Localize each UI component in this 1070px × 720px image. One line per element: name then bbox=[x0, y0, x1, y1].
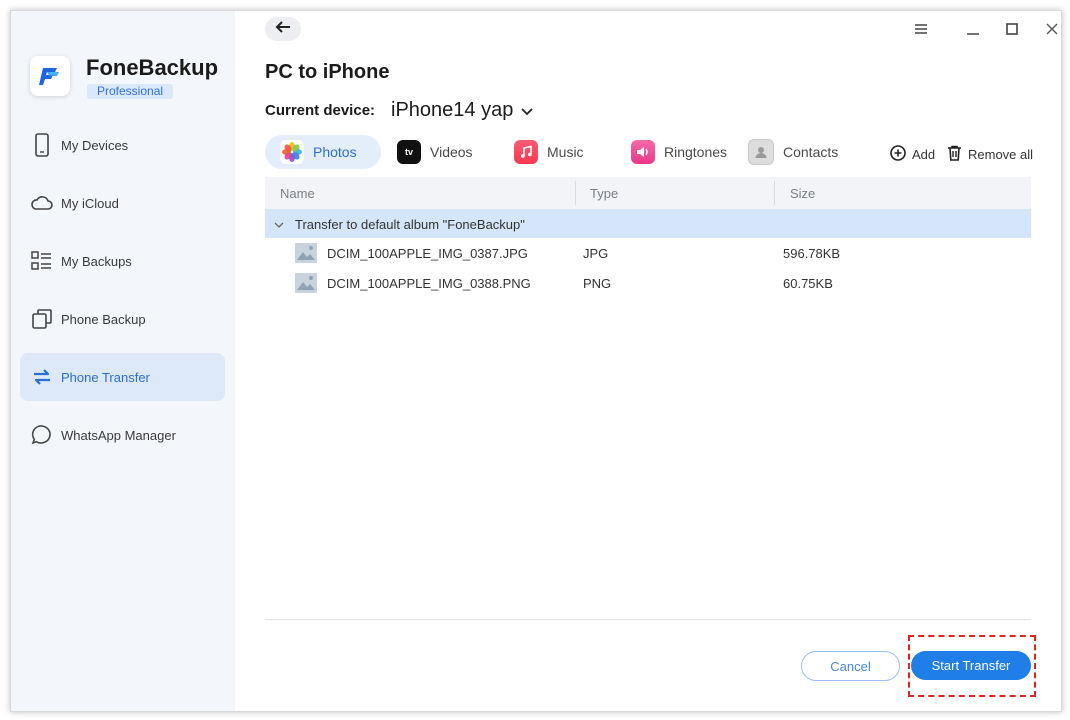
tab-ringtones[interactable]: Ringtones bbox=[631, 135, 727, 169]
column-divider bbox=[774, 181, 775, 205]
column-header-size[interactable]: Size bbox=[790, 186, 815, 201]
photos-icon bbox=[280, 140, 304, 164]
back-button[interactable] bbox=[265, 17, 301, 41]
transfer-arrows-icon bbox=[30, 365, 54, 389]
sidebar-item-my-backups[interactable]: My Backups bbox=[20, 237, 225, 285]
arrow-left-icon bbox=[275, 20, 291, 39]
sidebar: FoneBackup Professional My Devices My iC… bbox=[11, 11, 235, 711]
file-table: Name Type Size Transfer to default album… bbox=[265, 177, 1031, 298]
ringtones-icon bbox=[631, 140, 655, 164]
tab-label: Music bbox=[547, 144, 584, 160]
footer-divider bbox=[265, 619, 1031, 620]
table-header: Name Type Size bbox=[265, 177, 1031, 209]
column-header-name[interactable]: Name bbox=[280, 186, 315, 201]
tab-videos[interactable]: tv Videos bbox=[397, 135, 473, 169]
file-size: 60.75KB bbox=[783, 276, 833, 291]
remove-all-label: Remove all bbox=[968, 147, 1034, 162]
device-name: iPhone14 yap bbox=[391, 99, 514, 121]
highlight-annotation bbox=[908, 635, 1036, 697]
page-title: PC to iPhone bbox=[265, 61, 390, 83]
table-row[interactable]: DCIM_100APPLE_IMG_0388.PNG PNG 60.75KB bbox=[265, 268, 1031, 298]
apple-tv-icon: tv bbox=[397, 140, 421, 164]
tab-label: Videos bbox=[430, 144, 473, 160]
tab-contacts[interactable]: Contacts bbox=[748, 135, 838, 169]
image-thumbnail-icon bbox=[295, 243, 317, 263]
album-group-row[interactable]: Transfer to default album "FoneBackup" bbox=[265, 209, 1031, 238]
chat-bubble-icon bbox=[30, 423, 54, 447]
tab-label: Photos bbox=[313, 144, 357, 160]
add-button[interactable]: Add bbox=[890, 145, 935, 164]
trash-icon bbox=[947, 145, 962, 164]
tab-label: Ringtones bbox=[664, 144, 728, 160]
sidebar-item-label: Phone Backup bbox=[61, 311, 146, 327]
sidebar-item-label: Phone Transfer bbox=[61, 369, 150, 385]
phone-icon bbox=[30, 133, 54, 157]
device-selector[interactable]: iPhone14 yap bbox=[391, 99, 533, 122]
plus-circle-icon bbox=[890, 145, 906, 164]
image-thumbnail-icon bbox=[295, 273, 317, 293]
chevron-down-icon bbox=[521, 99, 533, 122]
column-header-type[interactable]: Type bbox=[590, 186, 618, 201]
sidebar-item-phone-backup[interactable]: Phone Backup bbox=[20, 295, 225, 343]
main-panel: PC to iPhone Current device: iPhone14 ya… bbox=[235, 11, 1061, 711]
tab-photos[interactable]: Photos bbox=[265, 135, 381, 169]
app-name: FoneBackup bbox=[86, 55, 219, 80]
cancel-button[interactable]: Cancel bbox=[801, 651, 900, 681]
add-label: Add bbox=[912, 147, 936, 162]
minimize-icon[interactable] bbox=[963, 19, 983, 39]
file-size: 596.78KB bbox=[783, 246, 841, 261]
sidebar-item-label: My iCloud bbox=[61, 195, 119, 211]
menu-icon[interactable] bbox=[911, 19, 931, 39]
file-type: JPG bbox=[583, 246, 609, 261]
remove-all-button[interactable]: Remove all bbox=[947, 145, 1033, 164]
sidebar-item-whatsapp-manager[interactable]: WhatsApp Manager bbox=[20, 411, 225, 459]
group-label: Transfer to default album "FoneBackup" bbox=[295, 217, 525, 232]
sidebar-item-phone-transfer[interactable]: Phone Transfer bbox=[20, 353, 225, 401]
app-window: FoneBackup Professional My Devices My iC… bbox=[10, 10, 1062, 712]
column-divider bbox=[575, 181, 576, 205]
sidebar-item-my-icloud[interactable]: My iCloud bbox=[20, 179, 225, 227]
file-type: PNG bbox=[583, 276, 612, 291]
sidebar-nav: My Devices My iCloud My Backups Phone Ba… bbox=[20, 121, 225, 469]
sidebar-item-label: WhatsApp Manager bbox=[61, 427, 176, 443]
contacts-icon bbox=[748, 139, 774, 165]
current-device-label: Current device: bbox=[265, 102, 376, 119]
sidebar-item-label: My Devices bbox=[61, 137, 129, 153]
maximize-icon[interactable] bbox=[1002, 19, 1022, 39]
copy-icon bbox=[30, 307, 54, 331]
table-row[interactable]: DCIM_100APPLE_IMG_0387.JPG JPG 596.78KB bbox=[265, 238, 1031, 268]
category-tabs: Photos tv Videos Music Ringtones Contact… bbox=[265, 135, 865, 169]
file-name: DCIM_100APPLE_IMG_0387.JPG bbox=[327, 246, 528, 261]
tab-music[interactable]: Music bbox=[514, 135, 584, 169]
tab-label: Contacts bbox=[783, 144, 839, 160]
sidebar-item-label: My Backups bbox=[61, 253, 132, 269]
chevron-down-icon[interactable] bbox=[274, 217, 284, 232]
close-icon[interactable] bbox=[1042, 19, 1061, 39]
fonebackup-logo-icon bbox=[30, 56, 70, 96]
music-icon bbox=[514, 140, 538, 164]
edition-badge: Professional bbox=[87, 84, 174, 99]
file-name: DCIM_100APPLE_IMG_0388.PNG bbox=[327, 276, 531, 291]
list-icon bbox=[30, 249, 54, 273]
cloud-icon bbox=[30, 191, 54, 215]
sidebar-item-my-devices[interactable]: My Devices bbox=[20, 121, 225, 169]
